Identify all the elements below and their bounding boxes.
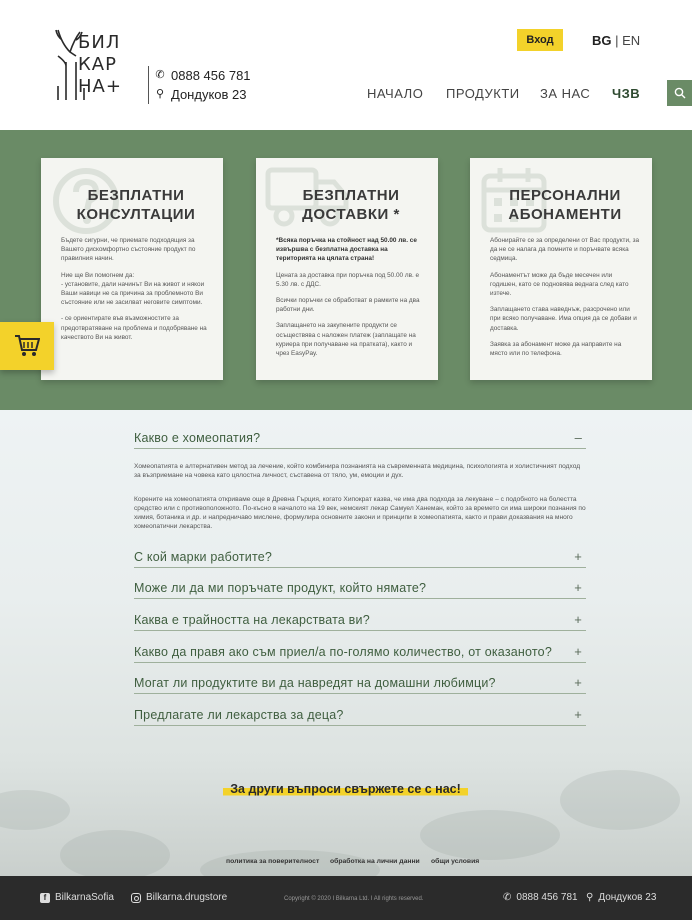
card-title: БЕЗПЛАТНИ КОНСУЛТАЦИИ <box>76 187 196 223</box>
expand-icon[interactable]: + <box>574 580 586 595</box>
faq-question-text: Какво да правя ако съм приел/а по-голямо… <box>134 645 552 659</box>
faq-question[interactable]: Предлагате ли лекарства за деца? + <box>134 707 586 726</box>
faq-question[interactable]: Какво да правя ако съм приел/а по-голямо… <box>134 644 586 663</box>
card-text: Бъдете сигурни, че приемате подходящия з… <box>61 237 196 263</box>
collapse-icon[interactable]: – <box>575 430 586 445</box>
instagram-handle: Bilkarna.drugstore <box>146 892 228 903</box>
contact-cta-link[interactable]: За други въпроси свържете се с нас! <box>223 781 468 797</box>
faq-question[interactable]: Какво е хомеопатия? – <box>134 430 586 449</box>
nav-about[interactable]: ЗА НАС <box>540 86 590 101</box>
faq-question-text: Какво е хомеопатия? <box>134 431 261 445</box>
logo[interactable]: БИЛ КАР НА+ <box>54 26 132 102</box>
expand-icon[interactable]: + <box>574 612 586 627</box>
location-pin-icon: ⚲ <box>155 88 165 100</box>
expand-icon[interactable]: + <box>574 707 586 722</box>
phone-icon: ✆ <box>503 892 512 903</box>
site-footer: f BilkarnaSofia Bilkarna.drugstore Copyri… <box>0 876 692 920</box>
logo-line: БИЛ <box>78 32 121 53</box>
card-text: Заявка за абонамент може да направите на… <box>490 340 622 358</box>
faq-question-text: С кой марки работите? <box>134 550 273 564</box>
lang-separator: | <box>611 33 623 48</box>
cta-text: За други въпроси свържете се с нас! <box>230 782 461 796</box>
lang-bg[interactable]: BG <box>592 33 612 48</box>
faq-item[interactable]: Може ли да ми поръчате продукт, който ня… <box>134 580 586 599</box>
facebook-icon: f <box>40 892 50 903</box>
card-text: Всички поръчки се обработват в рамките н… <box>276 297 420 314</box>
header-address: Дондуков 23 <box>171 87 247 102</box>
instagram-icon <box>131 892 141 903</box>
location-pin-icon: ⚲ <box>586 892 594 903</box>
data-processing-link[interactable]: обработка на лични данни <box>330 858 420 865</box>
instagram-link[interactable]: Bilkarna.drugstore <box>131 892 227 903</box>
login-button[interactable]: Вход <box>517 29 563 51</box>
faq-question-text: Може ли да ми поръчате продукт, който ня… <box>134 581 427 595</box>
phone-icon: ✆ <box>155 69 165 81</box>
facebook-handle: BilkarnaSofia <box>55 892 114 903</box>
cart-icon <box>15 335 40 356</box>
expand-icon[interactable]: + <box>574 675 586 690</box>
card-text: Абонаментът може да бъде месечен или год… <box>490 271 629 298</box>
faq-question[interactable]: Може ли да ми поръчате продукт, който ня… <box>134 580 586 599</box>
footer-address-text: Дондуков 23 <box>598 892 657 903</box>
feature-card-consultations: БЕЗПЛАТНИ КОНСУЛТАЦИИ Бъдете сигурни, че… <box>41 158 223 380</box>
faq-item[interactable]: Каква е трайността на лекарствата ви? + <box>134 612 586 631</box>
logo-line: КАР <box>78 54 117 75</box>
card-text: Абонирайте се за определени от Вас проду… <box>490 237 640 263</box>
faq-item[interactable]: Какво да правя ако съм приел/а по-голямо… <box>134 644 586 663</box>
card-text: - се ориентирате във възможностите за пр… <box>61 315 207 341</box>
faq-question[interactable]: Каква е трайността на лекарствата ви? + <box>134 612 586 631</box>
faq-answer-text: Корените на хомеопатията откриваме още в… <box>134 496 586 530</box>
footer-phone-text: 0888 456 781 <box>516 892 578 903</box>
faq-item[interactable]: С кой марки работите? + <box>134 549 586 568</box>
header-contact: ✆ 0888 456 781 ⚲ Дондуков 23 <box>148 66 251 104</box>
feature-card-subscriptions: ПЕРСОНАЛНИ АБОНАМЕНТИ Абонирайте се за о… <box>470 158 652 380</box>
nav-products[interactable]: ПРОДУКТИ <box>446 86 520 101</box>
site-header: БИЛ КАР НА+ ✆ 0888 456 781 ⚲ Дондуков 23 В… <box>0 0 692 130</box>
lang-en[interactable]: EN <box>622 33 640 48</box>
terms-link[interactable]: общи условия <box>431 858 479 865</box>
faq-question-text: Каква е трайността на лекарствата ви? <box>134 613 370 627</box>
card-text-bold: *Всяка поръчка на стойност над 50.00 лв.… <box>276 237 417 263</box>
faq-question[interactable]: С кой марки работите? + <box>134 549 586 568</box>
facebook-link[interactable]: f BilkarnaSofia <box>40 892 114 903</box>
expand-icon[interactable]: + <box>574 549 586 564</box>
footer-address: ⚲ Дондуков 23 <box>586 892 656 903</box>
privacy-policy-link[interactable]: политика за поверителност <box>226 858 319 865</box>
expand-icon[interactable]: + <box>574 644 586 659</box>
logo-text: БИЛ КАР НА+ <box>78 32 122 98</box>
card-text: Заплащането става наведнъж, разсрочено и… <box>490 306 637 332</box>
feature-card-delivery: БЕЗПЛАТНИ ДОСТАВКИ * *Всяка поръчка на с… <box>256 158 438 380</box>
nav-home[interactable]: НАЧАЛО <box>367 86 423 101</box>
footer-phone[interactable]: ✆ 0888 456 781 <box>503 892 578 903</box>
copyright: Copyright © 2020 I Bilkarna Ltd. I All r… <box>284 896 424 902</box>
faq-question-text: Предлагате ли лекарства за деца? <box>134 708 344 722</box>
faq-item[interactable]: Могат ли продуктите ви да навредят на до… <box>134 675 586 694</box>
faq-answer: Хомеопатията е алтернативен метод за леч… <box>134 453 586 546</box>
card-text: Цената за доставка при поръчка под 50.00… <box>276 271 420 288</box>
faq-question-text: Могат ли продуктите ви да навредят на до… <box>134 676 496 690</box>
card-text: Заплащането на закупените продукти се ос… <box>276 322 416 358</box>
nav-faq[interactable]: ЧЗВ <box>612 86 640 101</box>
cart-button[interactable] <box>0 322 54 370</box>
card-text: Ние ще Ви помогнем да: - установите, дал… <box>61 271 205 307</box>
card-title: ПЕРСОНАЛНИ АБОНАМЕНТИ <box>508 187 622 223</box>
faq-item[interactable]: Предлагате ли лекарства за деца? + <box>134 707 586 726</box>
faq-item[interactable]: Какво е хомеопатия? – Хомеопатията е алте… <box>134 430 586 546</box>
search-icon <box>674 87 685 99</box>
header-phone[interactable]: 0888 456 781 <box>171 66 251 85</box>
language-switcher: BG | EN <box>592 33 640 48</box>
logo-line: НА+ <box>78 76 122 97</box>
card-title: БЕЗПЛАТНИ ДОСТАВКИ * <box>302 187 400 223</box>
search-button[interactable] <box>667 80 692 106</box>
faq-answer-text: Хомеопатията е алтернативен метод за леч… <box>134 463 581 479</box>
faq-question[interactable]: Могат ли продуктите ви да навредят на до… <box>134 675 586 694</box>
